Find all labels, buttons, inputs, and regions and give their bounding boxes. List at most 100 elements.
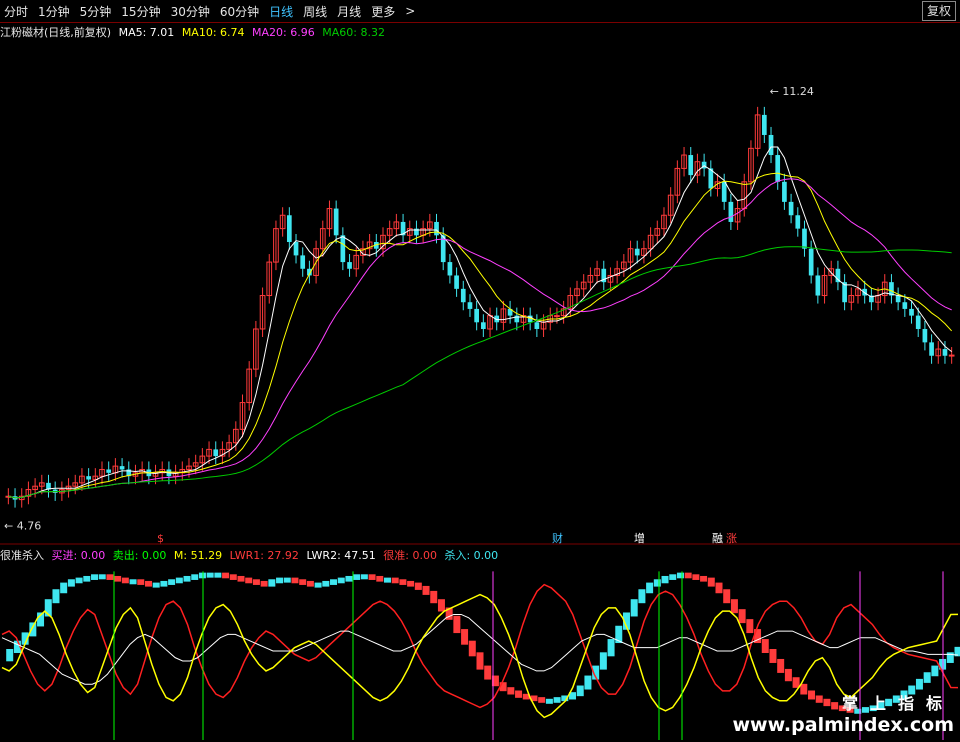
- price-chart[interactable]: ← 11.24← 4.76: [0, 38, 960, 543]
- indicator-bar: [237, 575, 245, 582]
- indicator-bar: [276, 577, 284, 584]
- henzhun-value: 很准: 0.00: [383, 549, 437, 562]
- indicator-bar: [599, 652, 607, 670]
- candle-body: [634, 248, 640, 256]
- indicator-bar: [437, 599, 445, 612]
- chevron-right-icon[interactable]: >: [405, 4, 415, 18]
- indicator-bar: [646, 582, 654, 594]
- candle-body: [922, 328, 928, 343]
- indicator-bar: [183, 575, 191, 582]
- candle-body: [942, 349, 948, 356]
- indicator-bar: [453, 615, 461, 634]
- event-marker-3: 融: [712, 532, 723, 545]
- indicator-bar: [792, 677, 800, 688]
- indicator-bar: [684, 572, 692, 579]
- indicator-bar: [669, 574, 677, 580]
- candle-body: [293, 242, 299, 256]
- indicator-bar: [314, 582, 322, 588]
- candle-body: [474, 308, 479, 323]
- candle-body: [728, 201, 734, 222]
- indicator-bar: [114, 575, 122, 582]
- indicator-bar: [746, 619, 754, 634]
- candle-body: [460, 288, 466, 303]
- indicator-bar: [407, 580, 415, 587]
- lwr1-value: LWR1: 27.92: [229, 549, 299, 562]
- period-tab-3[interactable]: 15分钟: [121, 3, 160, 20]
- candle-body: [286, 215, 292, 243]
- candle-body: [447, 262, 453, 276]
- candle-body: [481, 322, 486, 329]
- period-tab-6[interactable]: 日线: [269, 3, 293, 20]
- indicator-bar: [507, 687, 515, 695]
- candle-body: [902, 302, 908, 309]
- shaaru-value: 杀入: 0.00: [444, 549, 499, 562]
- event-marker-2: 增: [634, 531, 645, 545]
- indicator-bar: [106, 574, 114, 580]
- period-tab-4[interactable]: 30分钟: [171, 3, 210, 20]
- indicator-bar: [661, 575, 669, 584]
- candle-body: [915, 315, 921, 329]
- candle-body: [721, 181, 727, 202]
- period-tab-2[interactable]: 5分钟: [80, 3, 112, 20]
- indicator-bar: [260, 580, 268, 587]
- candle-body: [761, 114, 767, 135]
- indicator-bar: [75, 577, 83, 584]
- period-tab-1[interactable]: 1分钟: [38, 3, 70, 20]
- indicator-bar: [422, 585, 430, 595]
- candle-body: [119, 466, 125, 470]
- indicator-bar: [353, 574, 361, 580]
- indicator-bar: [715, 582, 723, 594]
- period-tab-5[interactable]: 60分钟: [220, 3, 259, 20]
- indicator-bar: [468, 640, 476, 657]
- candle-body: [782, 181, 787, 202]
- indicator-bar: [6, 649, 14, 662]
- indicator-bar: [198, 572, 206, 579]
- indicator-bar: [376, 575, 384, 582]
- period-tab-8[interactable]: 月线: [337, 3, 361, 20]
- event-marker-1: 财: [552, 531, 563, 545]
- indicator-bar: [299, 579, 307, 585]
- indicator-bar: [337, 577, 345, 584]
- indicator-bar: [322, 580, 330, 587]
- ma20-line: [8, 178, 952, 499]
- indicator-bar: [399, 579, 407, 585]
- indicator-bar: [67, 579, 75, 587]
- indicator-bar: [777, 658, 785, 673]
- event-markers: $ 财 增 融涨: [0, 531, 960, 545]
- period-tab-0[interactable]: 分时: [4, 3, 28, 20]
- indicator-bar: [923, 672, 931, 683]
- candle-body: [808, 248, 814, 276]
- indicator-bar: [222, 572, 230, 579]
- indicator-bar: [29, 622, 37, 637]
- indicator-bar: [191, 574, 199, 580]
- indicator-bar: [60, 582, 68, 594]
- period-tab-9[interactable]: 更多: [371, 3, 395, 20]
- indicator-bar: [461, 629, 469, 645]
- indicator-bar: [515, 690, 523, 698]
- m-value: M: 51.29: [173, 549, 223, 562]
- indicator-bar: [368, 574, 376, 580]
- indicator-bar: [931, 665, 939, 677]
- high-price-label: ← 11.24: [770, 85, 814, 98]
- indicator-bar: [52, 589, 60, 604]
- indicator-bar: [121, 577, 129, 584]
- indicator-bar: [761, 639, 769, 653]
- candle-body: [909, 308, 914, 316]
- indicator-bar: [129, 579, 137, 585]
- period-tab-7[interactable]: 周线: [303, 3, 327, 20]
- indicator-bar: [784, 668, 792, 682]
- indicator-bar: [653, 579, 661, 587]
- indicator-bar: [915, 678, 923, 690]
- indicator-bar: [268, 579, 276, 587]
- candle-body: [815, 275, 821, 296]
- indicator-bar: [584, 675, 592, 690]
- indicator-bar: [91, 574, 99, 580]
- period-toolbar: 分时 1分钟 5分钟 15分钟 30分钟 60分钟 日线 周线 月线 更多 >: [0, 0, 960, 23]
- buy-value: 买进: 0.00: [51, 549, 106, 562]
- fuquan-button[interactable]: 复权: [921, 1, 956, 21]
- candle-body: [688, 155, 694, 176]
- indicator-bar: [98, 574, 106, 580]
- indicator-bar: [206, 572, 214, 578]
- indicator-name: 很准杀入: [0, 549, 44, 562]
- candle-body: [333, 208, 339, 236]
